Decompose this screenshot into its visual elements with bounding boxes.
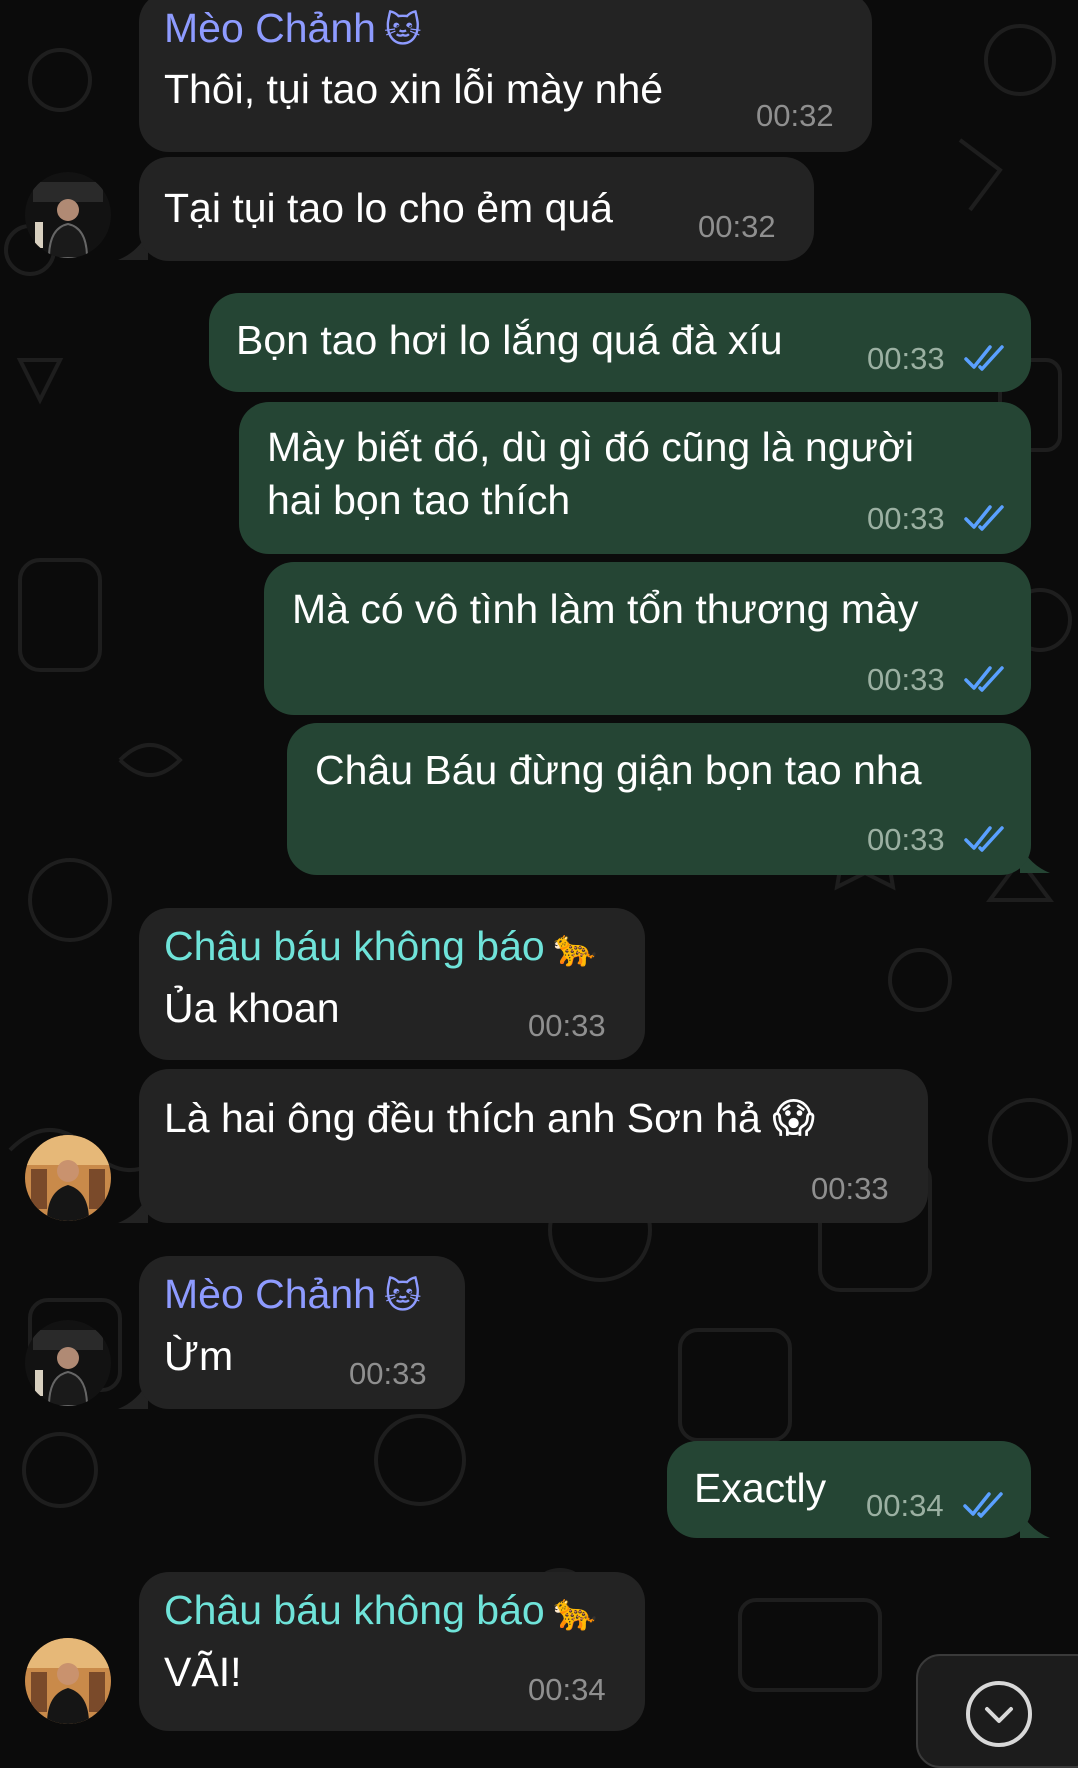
leopard-emoji: 🐆	[552, 1591, 598, 1632]
avatar-meo-chanh[interactable]	[25, 1320, 111, 1406]
message-text: Thôi, tụi tao xin lỗi mày nhé	[164, 66, 664, 112]
message-bubble-incoming[interactable]: Tại tụi tao lo cho ẻm quá 00:32	[139, 157, 814, 261]
chevron-down-icon	[966, 1681, 1032, 1747]
message-bubble-incoming[interactable]: Là hai ông đều thích anh Sơn hả 😱 00:33	[139, 1069, 928, 1223]
message-time: 00:33	[867, 822, 945, 857]
sender-name[interactable]: Mèo Chảnh 🐱	[164, 1270, 422, 1320]
message-time: 00:33	[867, 341, 945, 376]
message-bubble-incoming[interactable]: Châu báu không báo 🐆 VÃI! 00:34	[139, 1572, 645, 1731]
message-text: Mà có vô tình làm tổn thương mày	[292, 586, 919, 632]
sender-name[interactable]: Châu báu không báo 🐆	[164, 1586, 598, 1636]
sender-name[interactable]: Mèo Chảnh 🐱	[164, 4, 422, 54]
avatar-meo-chanh[interactable]	[25, 172, 111, 258]
read-ticks-icon	[964, 505, 1004, 531]
message-time: 00:33	[867, 662, 945, 697]
avatar-chau-bau[interactable]	[25, 1638, 111, 1724]
message-text-line: hai bọn tao thích	[267, 477, 571, 523]
message-text: Châu Báu đừng giận bọn tao nha	[315, 747, 922, 793]
avatar-image	[25, 1135, 111, 1221]
read-ticks-icon	[963, 1492, 1003, 1518]
message-bubble-outgoing[interactable]: Bọn tao hơi lo lắng quá đà xíu 00:33	[209, 293, 1031, 392]
message-time: 00:34	[528, 1672, 606, 1707]
avatar-image	[25, 1638, 111, 1724]
cat-emoji: 🐱	[383, 1275, 422, 1316]
message-text-line: Mày biết đó, dù gì đó cũng là người	[267, 424, 914, 470]
message-bubble-incoming[interactable]: Châu báu không báo 🐆 Ủa khoan 00:33	[139, 908, 645, 1060]
scream-emoji: 😱	[772, 1095, 815, 1141]
message-text: Exactly	[694, 1465, 827, 1511]
message-bubble-incoming[interactable]: Mèo Chảnh 🐱 Thôi, tụi tao xin lỗi mày nhé…	[139, 0, 872, 152]
message-bubble-outgoing[interactable]: Mà có vô tình làm tổn thương mày 00:33	[264, 562, 1031, 715]
message-text: VÃI!	[164, 1649, 242, 1695]
message-text: Là hai ông đều thích anh Sơn hả 😱	[164, 1095, 815, 1141]
avatar-image	[25, 172, 111, 258]
message-time: 00:34	[866, 1488, 944, 1523]
message-time: 00:32	[698, 209, 776, 244]
sender-name[interactable]: Châu báu không báo 🐆	[164, 922, 598, 972]
message-bubble-incoming[interactable]: Mèo Chảnh 🐱 Ừm 00:33	[139, 1256, 465, 1409]
message-time: 00:33	[528, 1008, 606, 1043]
message-bubble-outgoing[interactable]: Exactly 00:34	[667, 1441, 1031, 1538]
cat-emoji: 🐱	[383, 9, 422, 50]
avatar-image	[25, 1320, 111, 1406]
leopard-emoji: 🐆	[552, 927, 598, 968]
message-text: Ừm	[164, 1333, 234, 1379]
message-bubble-outgoing[interactable]: Châu Báu đừng giận bọn tao nha 00:33	[287, 723, 1031, 875]
message-text: Ủa khoan	[164, 985, 340, 1031]
message-time: 00:33	[811, 1171, 889, 1206]
read-ticks-icon	[964, 666, 1004, 692]
avatar-chau-bau[interactable]	[25, 1135, 111, 1221]
message-time: 00:32	[756, 98, 834, 133]
read-ticks-icon	[964, 345, 1004, 371]
message-bubble-outgoing[interactable]: Mày biết đó, dù gì đó cũng là người hai …	[239, 402, 1031, 554]
message-text: Tại tụi tao lo cho ẻm quá	[164, 185, 613, 231]
message-time: 00:33	[867, 501, 945, 536]
message-text: Bọn tao hơi lo lắng quá đà xíu	[236, 317, 783, 363]
message-time: 00:33	[349, 1356, 427, 1391]
read-ticks-icon	[964, 826, 1004, 852]
scroll-to-bottom-button[interactable]	[916, 1654, 1078, 1768]
